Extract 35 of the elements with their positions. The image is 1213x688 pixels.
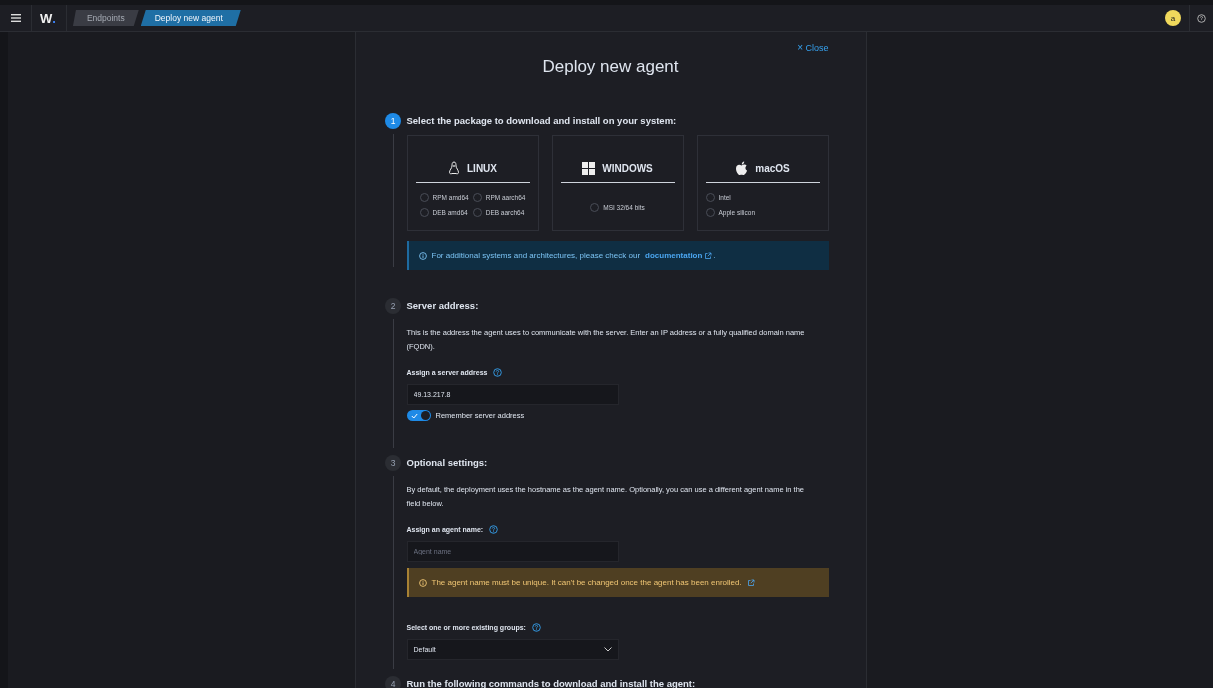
windows-icon bbox=[582, 161, 596, 175]
logo[interactable]: W. bbox=[32, 5, 67, 31]
callout-text: The agent name must be unique. It can't be changed once the agent has been enrolled. bbox=[431, 578, 742, 587]
callout-text: For additional systems and architectures, please check our bbox=[431, 251, 641, 260]
menu-icon bbox=[10, 14, 21, 22]
step-title: Server address: bbox=[406, 299, 480, 313]
step-title: Select the package to download and install on your system: bbox=[406, 114, 678, 128]
close-link[interactable]: × Close bbox=[797, 42, 829, 53]
info-icon bbox=[418, 578, 427, 587]
step-number: 4 bbox=[385, 676, 401, 688]
os-label: LINUX bbox=[467, 162, 497, 174]
user-avatar[interactable]: a bbox=[1165, 10, 1181, 26]
help-icon bbox=[489, 525, 499, 534]
os-label: WINDOWS bbox=[602, 162, 653, 174]
os-label: macOS bbox=[755, 162, 790, 174]
callout-text: . bbox=[713, 251, 716, 260]
step-title: Optional settings: bbox=[406, 456, 489, 470]
help-icon bbox=[1197, 13, 1206, 23]
apple-icon bbox=[735, 160, 749, 176]
external-link-icon bbox=[704, 251, 713, 260]
help-icon bbox=[531, 623, 541, 632]
step-number: 3 bbox=[385, 455, 401, 471]
penguin-icon bbox=[448, 161, 460, 175]
panel-title: Deploy new agent bbox=[541, 57, 680, 77]
breadcrumb[interactable]: Deploy new agent bbox=[140, 10, 241, 26]
step-number: 1 bbox=[385, 113, 401, 129]
check-icon bbox=[410, 412, 418, 419]
documentation-link[interactable]: documentation bbox=[645, 251, 713, 260]
step-number: 2 bbox=[385, 298, 401, 314]
external-link-icon bbox=[746, 578, 755, 587]
help-icon bbox=[493, 368, 503, 377]
info-icon bbox=[418, 251, 427, 260]
breadcrumb[interactable]: Endpoints bbox=[72, 10, 139, 26]
toggle-switch[interactable] bbox=[406, 410, 431, 421]
chevron-down-icon bbox=[603, 647, 612, 652]
